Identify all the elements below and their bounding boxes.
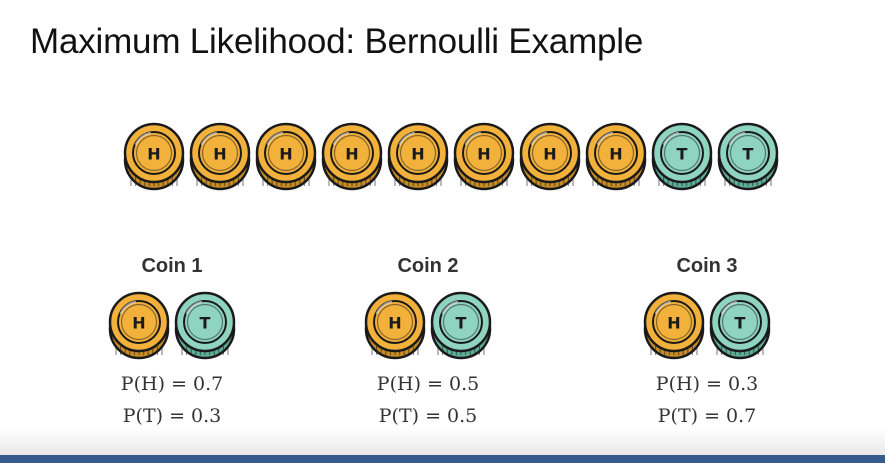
tails-coin-icon: T	[717, 122, 779, 191]
coin-2-pair: HT	[348, 291, 508, 361]
heads-coin-icon: H	[453, 122, 515, 191]
footer-shadow	[0, 428, 885, 455]
svg-text:H: H	[132, 314, 145, 333]
heads-coin-icon: H	[519, 122, 581, 191]
coin-2-prob-tails: P(T) = 0.5	[378, 405, 478, 427]
slide-title: Maximum Likelihood: Bernoulli Example	[30, 22, 644, 61]
coin-2-label: Coin 2	[397, 255, 459, 277]
coin-3-prob-heads: P(H) = 0.3	[655, 373, 759, 395]
svg-text:H: H	[147, 145, 160, 164]
coin-toss-sequence: HHHHHHHHTT	[122, 122, 780, 192]
svg-text:H: H	[279, 145, 292, 164]
coin-1-pair: HT	[92, 291, 252, 361]
coin-3-label: Coin 3	[676, 255, 738, 277]
heads-coin-icon: H	[108, 291, 170, 360]
svg-text:H: H	[213, 145, 226, 164]
heads-coin-icon: H	[321, 122, 383, 191]
svg-text:H: H	[477, 145, 490, 164]
svg-text:H: H	[667, 314, 680, 333]
coin-1-label: Coin 1	[141, 255, 203, 277]
heads-coin-icon: H	[585, 122, 647, 191]
heads-coin-icon: H	[255, 122, 317, 191]
coin-1-prob-tails: P(T) = 0.3	[122, 405, 222, 427]
svg-text:T: T	[743, 145, 754, 164]
svg-text:T: T	[456, 314, 467, 333]
heads-coin-icon: H	[189, 122, 251, 191]
coin-1-prob-heads: P(H) = 0.7	[120, 373, 224, 395]
coin-2-prob-heads: P(H) = 0.5	[376, 373, 480, 395]
coin-3-prob-tails: P(T) = 0.7	[657, 405, 757, 427]
heads-coin-icon: H	[387, 122, 449, 191]
heads-coin-icon: H	[123, 122, 185, 191]
svg-text:H: H	[388, 314, 401, 333]
svg-text:H: H	[411, 145, 424, 164]
heads-coin-icon: H	[643, 291, 705, 360]
svg-text:H: H	[609, 145, 622, 164]
tails-coin-icon: T	[174, 291, 236, 360]
svg-text:H: H	[345, 145, 358, 164]
svg-text:T: T	[677, 145, 688, 164]
svg-text:H: H	[543, 145, 556, 164]
tails-coin-icon: T	[651, 122, 713, 191]
svg-text:T: T	[200, 314, 211, 333]
svg-text:T: T	[735, 314, 746, 333]
footer-bar	[0, 455, 885, 463]
heads-coin-icon: H	[364, 291, 426, 360]
tails-coin-icon: T	[709, 291, 771, 360]
coin-3-pair: HT	[627, 291, 787, 361]
tails-coin-icon: T	[430, 291, 492, 360]
